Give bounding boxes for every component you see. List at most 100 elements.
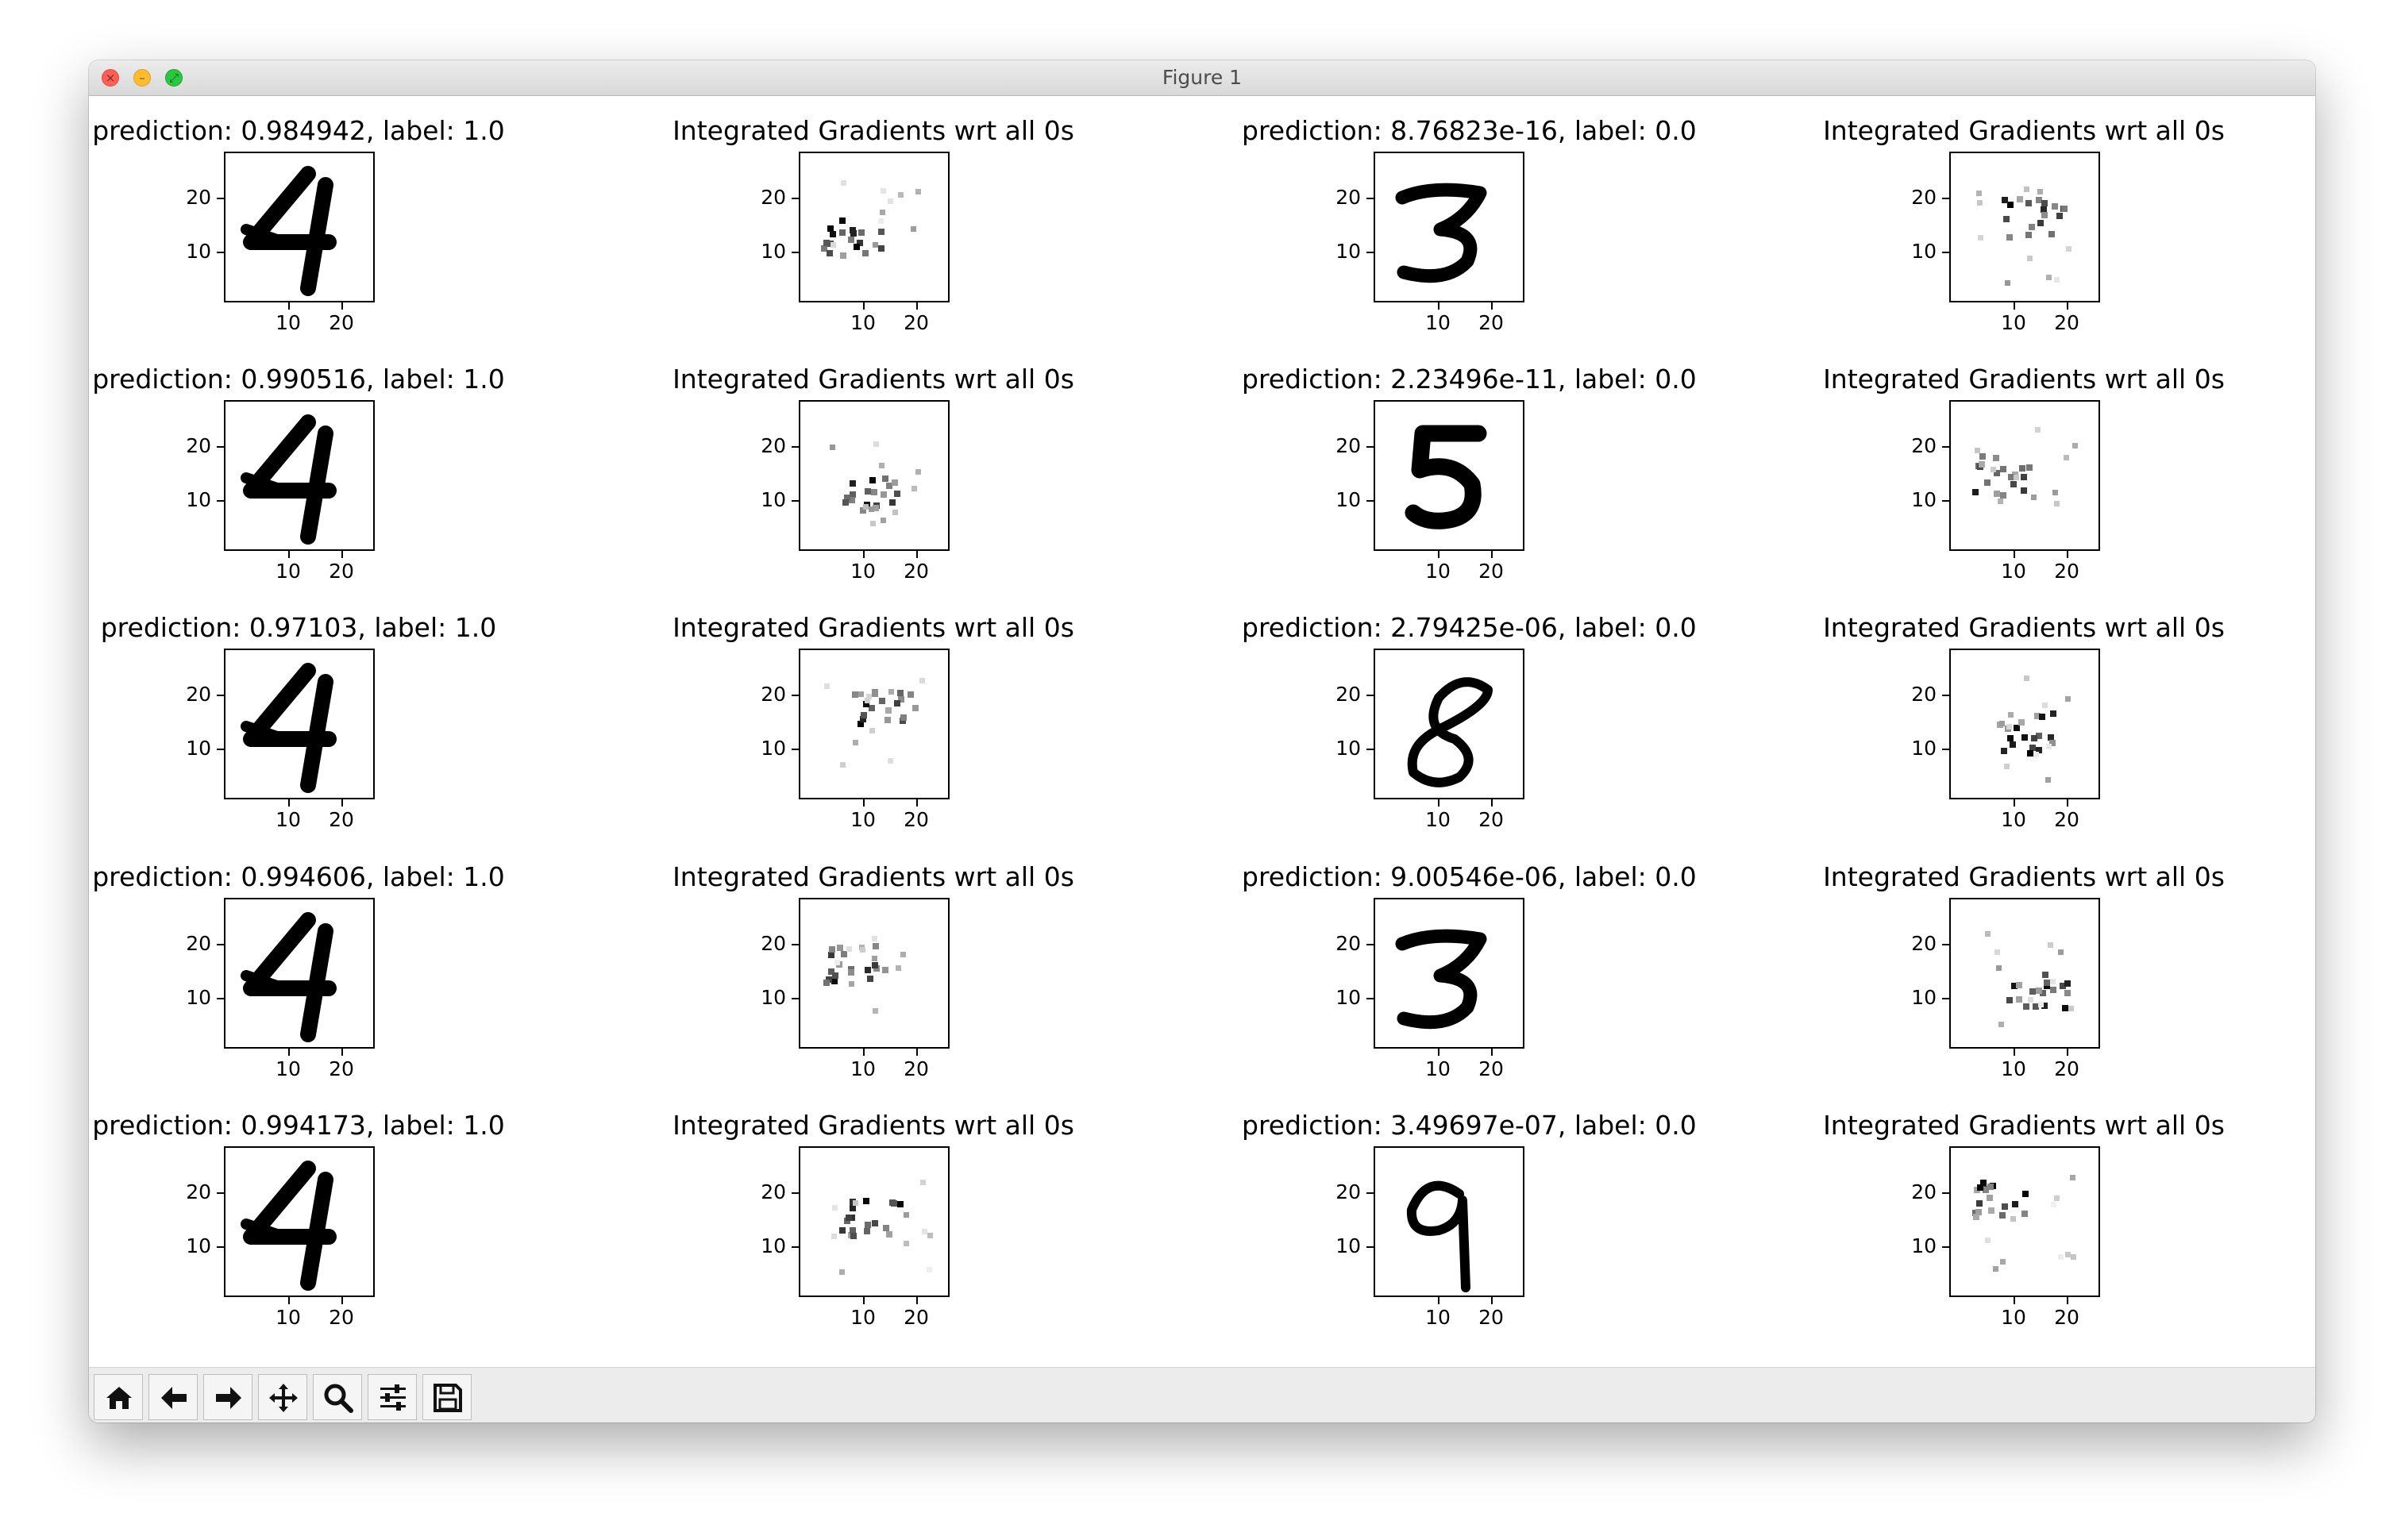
subplot-title: prediction: 2.23496e-11, label: 0.0 xyxy=(1242,364,1697,395)
y-tick-mark xyxy=(792,1246,799,1248)
x-tick-label: 10 xyxy=(1425,1306,1451,1329)
subplot-panel: prediction: 0.994606, label: 1.0 20 10 10 20 xyxy=(92,861,505,1099)
subplot-panel: prediction: 2.79425e-06, label: 0.0 20 10 1… xyxy=(1242,612,1697,850)
y-tick-label: 10 xyxy=(1911,240,1937,263)
attribution-heatmap xyxy=(799,1146,950,1297)
subplot-title: prediction: 8.76823e-16, label: 0.0 xyxy=(1242,115,1697,146)
y-tick-label: 10 xyxy=(1911,1234,1937,1257)
subplot-title: prediction: 0.984942, label: 1.0 xyxy=(92,115,505,146)
y-tick-label: 20 xyxy=(761,683,786,706)
subplot-title: prediction: 0.97103, label: 1.0 xyxy=(100,612,497,643)
x-tick-label: 20 xyxy=(2054,560,2079,583)
x-tick-mark xyxy=(341,302,343,310)
x-tick-mark xyxy=(1491,1297,1493,1304)
x-tick-mark xyxy=(1438,1049,1439,1056)
x-tick-label: 10 xyxy=(1425,560,1451,583)
pan-move-icon xyxy=(269,1384,298,1412)
attribution-heatmap xyxy=(799,400,950,551)
subplot-panel: Integrated Gradients wrt all 0s 20 10 10 20 xyxy=(1817,612,2230,850)
x-tick-label: 10 xyxy=(2001,808,2026,831)
subplot-panel: Integrated Gradients wrt all 0s 20 10 10 20 xyxy=(1817,1110,2230,1348)
x-tick-label: 20 xyxy=(1478,311,1504,334)
y-tick-label: 20 xyxy=(1335,434,1361,457)
x-tick-mark xyxy=(1491,302,1493,310)
x-tick-mark xyxy=(916,799,918,807)
x-tick-label: 10 xyxy=(850,808,876,831)
y-tick-label: 20 xyxy=(1911,932,1937,955)
subplot-title: prediction: 0.990516, label: 1.0 xyxy=(92,364,505,395)
attribution-heatmap xyxy=(1949,1146,2100,1297)
subplot-panel: prediction: 8.76823e-16, label: 0.0 20 10 1… xyxy=(1242,115,1697,353)
zoom-button[interactable] xyxy=(313,1374,362,1420)
y-tick-label: 10 xyxy=(1335,986,1361,1009)
save-floppy-icon xyxy=(434,1384,462,1412)
x-tick-label: 20 xyxy=(904,311,929,334)
subplot-panel: prediction: 0.97103, label: 1.0 20 10 10 20 xyxy=(92,612,505,850)
digit-image xyxy=(1374,152,1524,302)
configure-subplots-button[interactable] xyxy=(368,1374,417,1420)
y-tick-label: 10 xyxy=(761,737,786,760)
y-tick-mark xyxy=(792,749,799,750)
x-tick-label: 20 xyxy=(904,1057,929,1080)
y-tick-label: 10 xyxy=(186,1234,211,1257)
y-tick-mark xyxy=(217,1192,224,1194)
x-tick-label: 10 xyxy=(2001,311,2026,334)
y-tick-mark xyxy=(792,500,799,502)
subplot-panel: Integrated Gradients wrt all 0s 20 10 10 20 xyxy=(1817,364,2230,602)
subplot-panel: prediction: 3.49697e-07, label: 0.0 20 10 1… xyxy=(1242,1110,1697,1348)
zoom-magnifier-icon xyxy=(324,1384,353,1413)
y-tick-mark xyxy=(1366,998,1374,999)
subplot-panel: Integrated Gradients wrt all 0s 20 10 10 20 xyxy=(667,861,1080,1099)
x-tick-label: 10 xyxy=(1425,1057,1451,1080)
x-tick-label: 10 xyxy=(850,1057,876,1080)
y-tick-mark xyxy=(217,500,224,502)
window-title: Figure 1 xyxy=(1162,66,1243,89)
digit-image xyxy=(224,1146,375,1297)
subplot-title: Integrated Gradients wrt all 0s xyxy=(1823,115,2225,146)
y-tick-label: 20 xyxy=(186,1180,211,1203)
y-tick-mark xyxy=(792,944,799,945)
attribution-heatmap xyxy=(1949,649,2100,799)
subplot-title: Integrated Gradients wrt all 0s xyxy=(673,861,1074,892)
x-tick-mark xyxy=(1438,1297,1439,1304)
figure-canvas[interactable]: prediction: 0.984942, label: 1.0 20 10 10 20… xyxy=(89,96,2315,1367)
y-tick-label: 20 xyxy=(761,932,786,955)
pan-button[interactable] xyxy=(258,1374,307,1420)
y-tick-label: 10 xyxy=(1911,986,1937,1009)
y-tick-mark xyxy=(792,998,799,999)
x-tick-mark xyxy=(2067,1049,2068,1056)
attribution-heatmap xyxy=(1949,152,2100,302)
back-button[interactable] xyxy=(148,1374,198,1420)
digit-image xyxy=(1374,400,1524,551)
y-tick-mark xyxy=(1366,1192,1374,1194)
y-tick-label: 10 xyxy=(1911,737,1937,760)
x-tick-label: 20 xyxy=(2054,1057,2079,1080)
x-tick-mark xyxy=(863,551,865,558)
y-tick-mark xyxy=(792,252,799,253)
y-tick-label: 10 xyxy=(1911,488,1937,511)
x-tick-label: 20 xyxy=(329,808,354,831)
subplot-panel: Integrated Gradients wrt all 0s 20 10 10 20 xyxy=(667,364,1080,602)
x-tick-label: 20 xyxy=(329,560,354,583)
x-tick-mark xyxy=(288,302,290,310)
y-tick-mark xyxy=(1942,1246,1949,1248)
save-figure-button[interactable] xyxy=(422,1374,472,1420)
forward-arrow-icon xyxy=(216,1387,241,1409)
y-tick-mark xyxy=(1366,944,1374,945)
y-tick-mark xyxy=(217,446,224,448)
x-tick-label: 20 xyxy=(1478,1057,1504,1080)
y-tick-label: 20 xyxy=(1911,434,1937,457)
figure-window: × – ⤢ Figure 1 prediction: 0.984942, lab… xyxy=(89,60,2315,1423)
forward-button[interactable] xyxy=(203,1374,252,1420)
title-bar: × – ⤢ Figure 1 xyxy=(89,60,2315,96)
y-tick-mark xyxy=(1366,198,1374,199)
subplot-title: Integrated Gradients wrt all 0s xyxy=(673,612,1074,643)
x-tick-label: 10 xyxy=(850,311,876,334)
x-tick-label: 10 xyxy=(2001,560,2026,583)
y-tick-label: 20 xyxy=(1335,186,1361,209)
y-tick-mark xyxy=(1366,446,1374,448)
x-tick-mark xyxy=(916,1049,918,1056)
home-button[interactable] xyxy=(94,1374,143,1420)
subplot-panel: prediction: 2.23496e-11, label: 0.0 20 10 1… xyxy=(1242,364,1697,602)
subplot-title: Integrated Gradients wrt all 0s xyxy=(1823,612,2225,643)
